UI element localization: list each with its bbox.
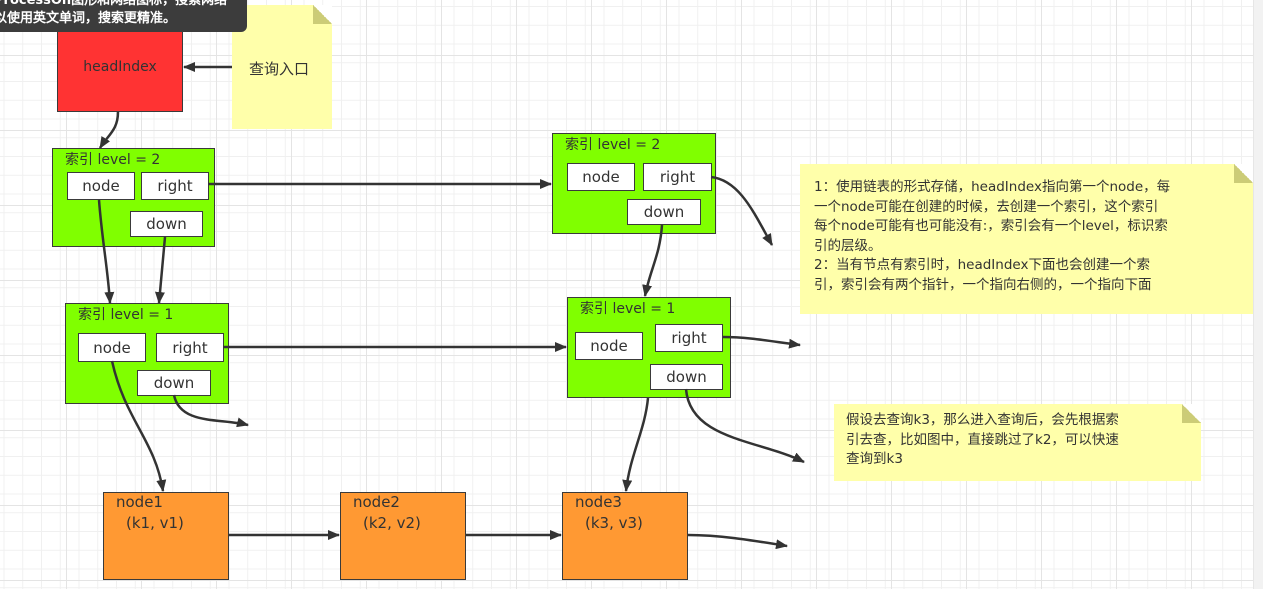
index-title: 索引 level = 2 [565, 137, 661, 153]
node-field[interactable]: node [567, 163, 635, 191]
node-name: node3 [575, 493, 622, 511]
right-field[interactable]: right [643, 163, 712, 191]
index-level2-left[interactable]: 索引 level = 2 node right down [52, 148, 215, 247]
node-field[interactable]: node [575, 332, 643, 360]
note-fold-corner [1182, 404, 1201, 423]
node-kv: (k3, v3) [585, 514, 643, 532]
node-name: node2 [353, 493, 400, 511]
structure-note[interactable]: 1：使用链表的形式存储，headIndex指向第一个node，每 一个node可… [800, 164, 1253, 314]
note-fold-corner [313, 5, 332, 24]
query-note-text: 假设去查询k3，那么进入查询后，会先根据索 引去查，比如图中，直接跳过了k2，可… [846, 412, 1119, 467]
entry-note-text: 查询入口 [249, 60, 310, 78]
node-kv: (k2, v2) [363, 514, 421, 532]
tooltip: ProcessOn图形和网络图标，搜索网络 以使用英文单词，搜索更精准。 [0, 0, 247, 32]
index-title: 索引 level = 1 [78, 307, 174, 323]
node-name: node1 [116, 493, 163, 511]
tooltip-line-2: 以使用英文单词，搜索更精准。 [0, 11, 177, 26]
vertical-scrollbar[interactable] [1253, 0, 1263, 589]
tooltip-line-1: ProcessOn图形和网络图标，搜索网络 [0, 0, 228, 8]
node-field[interactable]: node [78, 333, 146, 362]
down-field[interactable]: down [130, 211, 203, 237]
down-field[interactable]: down [650, 364, 723, 390]
index-level1-right[interactable]: 索引 level = 1 node right down [567, 297, 731, 398]
down-field[interactable]: down [627, 199, 701, 225]
node-3[interactable]: node3 (k3, v3) [562, 492, 688, 580]
right-field[interactable]: right [655, 324, 723, 352]
query-note[interactable]: 假设去查询k3，那么进入查询后，会先根据索 引去查，比如图中，直接跳过了k2，可… [834, 404, 1201, 481]
node-1[interactable]: node1 (k1, v1) [103, 492, 229, 580]
node-2[interactable]: node2 (k2, v2) [340, 492, 466, 580]
right-field[interactable]: right [141, 172, 209, 200]
index-level1-left[interactable]: 索引 level = 1 node right down [65, 303, 229, 404]
node-kv: (k1, v1) [126, 514, 184, 532]
index-title: 索引 level = 1 [580, 301, 676, 317]
right-field[interactable]: right [156, 333, 224, 362]
down-field[interactable]: down [137, 370, 211, 396]
head-index-label: headIndex [83, 59, 157, 75]
structure-note-text: 1：使用链表的形式存储，headIndex指向第一个node，每 一个node可… [814, 179, 1171, 293]
note-fold-corner [1234, 164, 1253, 183]
index-title: 索引 level = 2 [65, 152, 161, 168]
node-field[interactable]: node [67, 172, 135, 200]
index-level2-right[interactable]: 索引 level = 2 node right down [552, 133, 716, 234]
entry-note[interactable]: 查询入口 [232, 5, 332, 129]
head-index-box[interactable]: headIndex [57, 22, 183, 112]
